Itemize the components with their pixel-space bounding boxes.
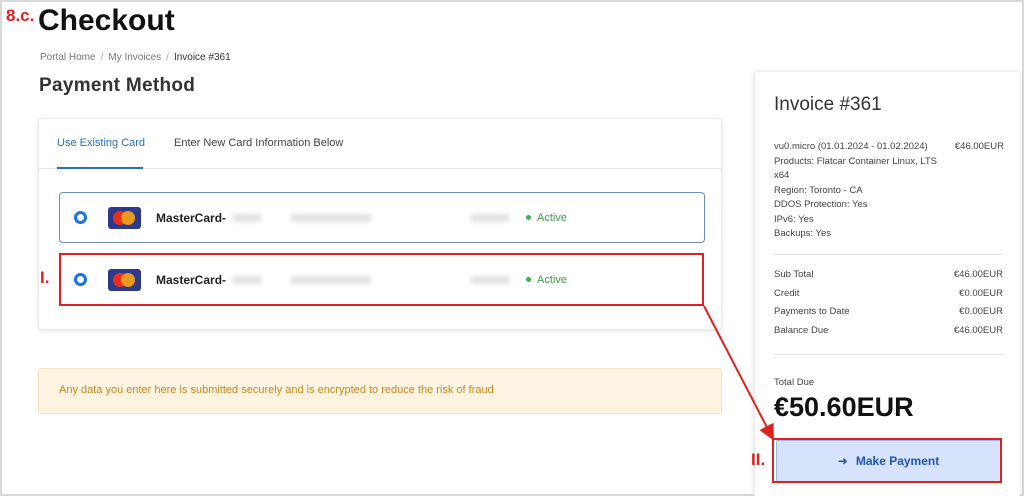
divider: [774, 354, 1003, 355]
card-name: MasterCard-: [156, 210, 227, 225]
saved-card-row[interactable]: MasterCard- Active: [59, 192, 705, 243]
payment-method-heading: Payment Method: [39, 75, 196, 96]
status-dot-icon: [526, 215, 531, 220]
invoice-totals: Sub Total €46.00EUR Credit €0.00EUR Paymen…: [774, 269, 1003, 343]
annotation-label-1: I.: [40, 268, 50, 287]
annotation-box-card: [59, 253, 704, 306]
item-line: Backups: Yes: [774, 228, 832, 239]
step-annotation: 8.c.: [6, 6, 35, 25]
page-title: Checkout: [38, 4, 175, 37]
item-line: IPv6: Yes: [774, 213, 814, 225]
redacted-card-digits: [232, 213, 262, 222]
item-line: Region: Toronto - CA: [774, 184, 863, 196]
redacted-expiry: [470, 213, 510, 222]
breadcrumb-separator: /: [100, 52, 104, 63]
invoice-title: Invoice #361: [774, 94, 882, 115]
tab-enter-new-card[interactable]: Enter New Card Information Below: [174, 137, 343, 149]
active-tab-indicator: [57, 167, 143, 169]
card-status: Active: [526, 212, 567, 224]
annotation-box-button: [772, 438, 1002, 483]
totals-label: Balance Due: [774, 324, 829, 336]
totals-row: Credit €0.00EUR: [774, 288, 1003, 307]
invoice-summary: Invoice #361 vu0.micro (01.01.2024 - 01.…: [754, 72, 1020, 496]
mastercard-icon: [108, 206, 141, 229]
item-price: €46.00EUR: [954, 141, 1004, 152]
item-line: DDOS Protection: Yes: [774, 199, 868, 210]
item-line: Products: Flatcar Container Linux, LTS x…: [774, 155, 937, 182]
totals-value: €0.00EUR: [959, 306, 1003, 317]
breadcrumb-current: Invoice #361: [173, 52, 231, 63]
annotation-label-2: II.: [751, 450, 766, 469]
breadcrumb-separator: /: [166, 52, 169, 63]
total-due-amount: €50.60EUR: [774, 392, 914, 422]
security-notice: Any data you enter here is submitted sec…: [38, 368, 722, 414]
totals-row: Sub Total €46.00EUR: [774, 269, 1003, 288]
card-radio[interactable]: [74, 211, 87, 224]
totals-row: Balance Due €46.00EUR: [774, 325, 1003, 344]
totals-value: €46.00EUR: [953, 269, 1003, 280]
totals-value: €46.00EUR: [953, 324, 1003, 336]
redacted-cardholder: [290, 213, 372, 222]
payment-tabs: Use Existing Card Enter New Card Informa…: [39, 119, 721, 169]
totals-label: Credit: [774, 287, 800, 299]
card-status-label: Active: [537, 211, 567, 224]
breadcrumb: Portal Home / My Invoices / Invoice #361: [40, 52, 231, 63]
totals-value: €0.00EUR: [959, 287, 1003, 299]
totals-label: Payments to Date: [774, 306, 850, 317]
invoice-item: vu0.micro (01.01.2024 - 01.02.2024) Prod…: [774, 140, 1004, 242]
totals-label: Sub Total: [774, 269, 814, 280]
breadcrumb-my-invoices[interactable]: My Invoices: [108, 52, 161, 63]
item-line: vu0.micro (01.01.2024 - 01.02.2024): [774, 141, 928, 152]
total-due-label: Total Due: [774, 377, 815, 388]
totals-row: Payments to Date €0.00EUR: [774, 306, 1003, 325]
divider: [774, 254, 1003, 255]
tab-use-existing-card[interactable]: Use Existing Card: [57, 137, 145, 149]
breadcrumb-portal-home[interactable]: Portal Home: [40, 52, 96, 63]
item-description: vu0.micro (01.01.2024 - 01.02.2024) Prod…: [774, 140, 946, 242]
